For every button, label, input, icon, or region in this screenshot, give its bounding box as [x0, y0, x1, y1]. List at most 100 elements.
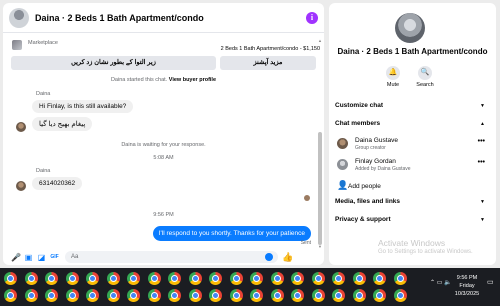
taskbar-clock[interactable]: 9:56 PM Friday 10/3/2025 — [452, 274, 482, 298]
thumbs-up-icon[interactable]: 👍 — [282, 252, 293, 263]
mute-button[interactable]: 🔔 Mute — [376, 66, 410, 88]
chat-title[interactable]: Daina · 2 Beds 1 Bath Apartment/condo — [35, 13, 204, 23]
chrome-icon[interactable] — [353, 289, 366, 302]
emoji-icon[interactable] — [265, 253, 273, 261]
waiting-notice: Daina is waiting for your response. — [121, 142, 206, 148]
chrome-icon[interactable] — [66, 289, 79, 302]
chrome-icon[interactable] — [107, 272, 120, 285]
network-icon[interactable]: ▭ — [437, 280, 443, 286]
taskbar: ⌃ ▭ 🔈 9:56 PM Friday 10/3/2025 ▭ — [0, 268, 500, 306]
chrome-icon[interactable] — [25, 272, 38, 285]
scroll-up-arrow-icon[interactable]: ▲ — [318, 39, 322, 43]
sender-avatar[interactable] — [16, 122, 26, 132]
chrome-icon[interactable] — [45, 289, 58, 302]
chrome-icon[interactable] — [353, 272, 366, 285]
chrome-icon[interactable] — [394, 289, 407, 302]
chrome-icon[interactable] — [230, 272, 243, 285]
chrome-icon[interactable] — [107, 289, 120, 302]
chrome-icon[interactable] — [148, 272, 161, 285]
chrome-icon[interactable] — [4, 272, 17, 285]
chrome-icon[interactable] — [189, 272, 202, 285]
member-avatar[interactable] — [337, 138, 348, 149]
view-buyer-profile-link[interactable]: View buyer profile — [169, 77, 216, 83]
listing-avatar[interactable] — [9, 7, 29, 28]
chrome-icon[interactable] — [127, 289, 140, 302]
member-avatar[interactable] — [337, 159, 348, 170]
chat-panel: Daina · 2 Beds 1 Bath Apartment/condo i … — [3, 3, 324, 265]
message-input[interactable]: Aa — [65, 251, 278, 263]
chrome-icon[interactable] — [86, 272, 99, 285]
chrome-icon[interactable] — [332, 289, 345, 302]
tray-overflow-icon[interactable]: ⌃ — [430, 280, 435, 286]
privacy-support-section[interactable]: Privacy & support ▼ — [335, 214, 485, 226]
volume-icon[interactable]: 🔈 — [444, 280, 451, 286]
message-list: Daina started this chat. View buyer prof… — [3, 74, 324, 249]
chrome-icon[interactable] — [250, 272, 263, 285]
listing-thumbnail[interactable] — [12, 40, 22, 50]
chrome-icon[interactable] — [148, 289, 161, 302]
watermark-line2: Go to Settings to activate Windows. — [378, 249, 473, 255]
chrome-icon[interactable] — [45, 272, 58, 285]
chrome-icon[interactable] — [312, 289, 325, 302]
member-name[interactable]: Daina Gustave — [355, 137, 398, 144]
member-row[interactable]: Finlay Gordan Added by Daina Gustave ••• — [337, 158, 485, 176]
chrome-icon[interactable] — [25, 289, 38, 302]
incoming-message[interactable]: پیغام بھیج دیا گیا — [32, 117, 93, 131]
image-attach-icon[interactable]: ▣ — [24, 253, 33, 262]
incoming-message[interactable]: 6314020362 — [32, 177, 83, 190]
chat-members-section[interactable]: Chat members ▲ — [335, 118, 485, 130]
message-scrollbar[interactable]: ▲ ▼ — [318, 39, 322, 249]
chrome-icon[interactable] — [189, 289, 202, 302]
chrome-icon[interactable] — [271, 289, 284, 302]
chrome-icon[interactable] — [4, 289, 17, 302]
search-icon[interactable]: 🔍 — [418, 66, 432, 80]
member-name[interactable]: Finlay Gordan — [355, 158, 396, 165]
sticker-icon[interactable]: ◪ — [37, 253, 46, 262]
gif-icon[interactable]: GIF — [50, 253, 59, 262]
listing-avatar[interactable] — [395, 13, 425, 43]
scroll-thumb[interactable] — [318, 132, 322, 245]
outgoing-message[interactable]: I'll respond to you shortly. Thanks for … — [152, 226, 311, 241]
chrome-icon[interactable] — [209, 289, 222, 302]
details-panel: Daina · 2 Beds 1 Bath Apartment/condo 🔔 … — [329, 3, 496, 265]
chrome-icon[interactable] — [127, 272, 140, 285]
chrome-icon[interactable] — [291, 272, 304, 285]
chrome-icon[interactable] — [394, 272, 407, 285]
chrome-icon[interactable] — [312, 272, 325, 285]
add-people-label: Add people — [348, 183, 381, 190]
chrome-icon[interactable] — [291, 289, 304, 302]
more-options-button[interactable]: مزید آپشنز — [220, 56, 316, 70]
chrome-icon[interactable] — [332, 272, 345, 285]
member-row[interactable]: Daina Gustave Group creator ••• — [337, 137, 485, 155]
chrome-icon[interactable] — [168, 272, 181, 285]
notification-icon[interactable]: ▭ — [487, 278, 494, 286]
chrome-icon[interactable] — [250, 289, 263, 302]
chrome-icon[interactable] — [373, 272, 386, 285]
chrome-icon[interactable] — [168, 289, 181, 302]
chrome-icon[interactable] — [230, 289, 243, 302]
chrome-icon[interactable] — [373, 289, 386, 302]
chat-started-text: Daina started this chat. — [110, 77, 168, 83]
customize-chat-label: Customize chat — [335, 102, 384, 109]
chrome-icon[interactable] — [209, 272, 222, 285]
search-button[interactable]: 🔍 Search — [408, 66, 442, 88]
incoming-message[interactable]: Hi Finlay, is this still available? — [32, 100, 134, 113]
customize-chat-section[interactable]: Customize chat ▼ — [335, 100, 485, 112]
chrome-icon[interactable] — [66, 272, 79, 285]
more-options-icon[interactable]: ••• — [478, 138, 485, 145]
mark-pending-button[interactable]: زیر التوا کے بطور نشان زد کریں — [11, 56, 216, 70]
search-label: Search — [416, 82, 434, 88]
microphone-icon[interactable]: 🎤 — [11, 253, 21, 262]
chevron-down-icon: ▼ — [480, 217, 485, 223]
more-options-icon[interactable]: ••• — [478, 159, 485, 166]
bell-icon[interactable]: 🔔 — [386, 66, 400, 80]
clock-day: Friday — [459, 283, 475, 289]
chrome-icon[interactable] — [271, 272, 284, 285]
media-files-section[interactable]: Media, files and links ▼ — [335, 196, 485, 208]
system-tray[interactable]: ⌃ ▭ 🔈 — [430, 279, 452, 286]
sender-avatar[interactable] — [16, 181, 26, 191]
info-icon[interactable]: i — [306, 12, 318, 24]
add-people-button[interactable]: 👤Add people — [337, 180, 381, 191]
chrome-icon[interactable] — [86, 289, 99, 302]
listing-title[interactable]: 2 Beds 1 Bath Apartment/condo - $1,150 — [221, 46, 320, 52]
